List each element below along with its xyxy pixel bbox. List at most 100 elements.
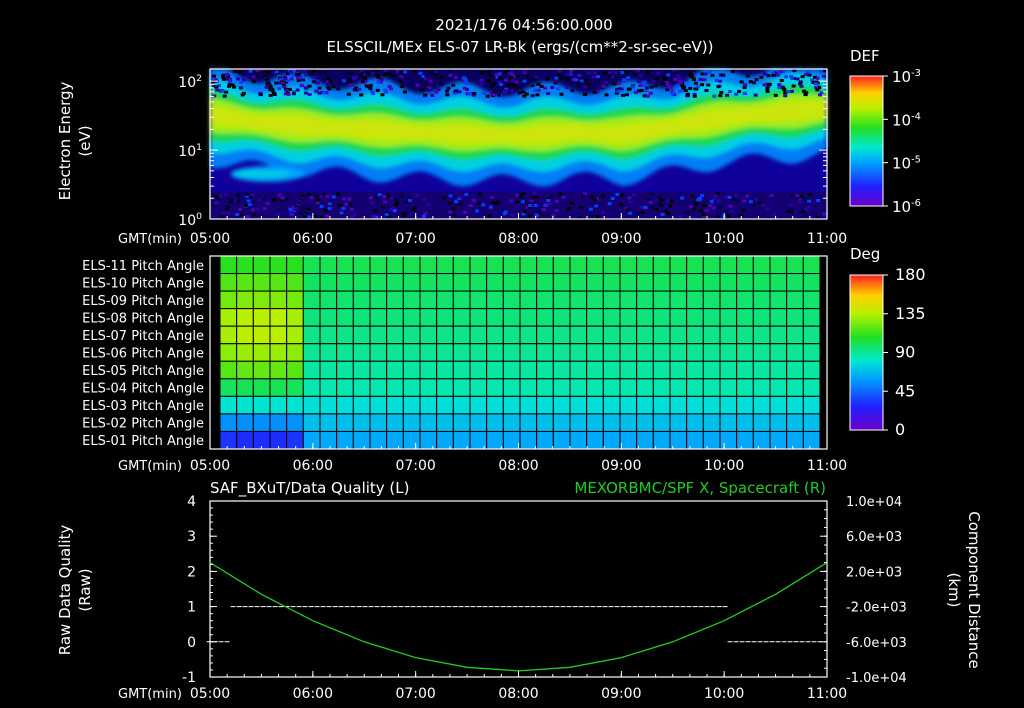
pitch-angle-cell — [702, 430, 721, 450]
pitch-angle-cell — [336, 343, 354, 362]
spectrogram-noise-pixel — [739, 80, 744, 84]
pitch-angle-cell — [569, 308, 588, 327]
spectrogram-noise-pixel — [371, 215, 376, 219]
pitch-angle-cell — [469, 308, 488, 327]
spectrogram-noise-pixel — [644, 89, 649, 93]
pitch-angle-cell — [702, 325, 721, 345]
pitch-angle-cell — [769, 308, 788, 327]
spectrogram-noise-pixel — [595, 75, 600, 79]
spectrogram-noise-pixel — [545, 77, 550, 81]
pitch-angle-cell — [602, 413, 621, 432]
pitch-angle-cell — [452, 343, 471, 362]
spectrogram-noise-pixel — [537, 72, 542, 76]
spectrogram-noise-pixel — [554, 76, 559, 80]
pitch-angle-cell — [236, 325, 254, 345]
pitch-angle-cell — [386, 430, 404, 450]
pitch-angle-cell — [652, 255, 671, 275]
pitch-angle-cell — [686, 395, 704, 415]
spectrogram-noise-pixel — [638, 74, 643, 78]
pitch-angle-cell — [286, 325, 304, 345]
quality-position-panel: SAF_BXuT/Data Quality (L) MEXORBMC/SPF X… — [56, 479, 983, 686]
spectrogram-noise-pixel — [631, 85, 636, 89]
spectrogram-noise-pixel — [392, 209, 397, 213]
pitch-angle-cell — [302, 325, 321, 345]
spectrogram-noise-pixel — [804, 91, 809, 95]
spectrogram-noise-pixel — [601, 194, 606, 198]
spectrogram-noise-pixel — [452, 213, 457, 217]
spectrogram-noise-pixel — [712, 94, 717, 98]
spectrogram-noise-pixel — [791, 84, 796, 88]
pitch-angle-cell — [402, 378, 421, 397]
spectrogram-noise-pixel — [261, 70, 266, 74]
pitch-angle-cell — [419, 255, 438, 275]
spectrogram-noise-pixel — [498, 82, 503, 86]
pitch-angle-cell — [402, 255, 421, 275]
pitch-angle-cell — [319, 360, 338, 380]
spectrogram-noise-pixel — [636, 80, 641, 84]
spectrogram-noise-pixel — [754, 198, 759, 202]
spectrogram-noise-pixel — [615, 192, 620, 196]
spectrogram-noise-pixel — [277, 87, 282, 91]
pitch-angle-cell — [786, 343, 804, 362]
spectrogram-noise-pixel — [790, 210, 795, 214]
spectrogram-noise-pixel — [277, 193, 282, 197]
quality-tick-label: 0 — [187, 635, 196, 651]
pitch-angle-cell — [702, 378, 721, 397]
spectrogram-noise-pixel — [239, 81, 244, 85]
spectrogram-noise-pixel — [628, 200, 633, 204]
spectrogram-noise-pixel — [745, 194, 750, 198]
spectrogram-noise-pixel — [619, 203, 624, 207]
spectrogram-noise-pixel — [384, 90, 389, 94]
spectrogram-noise-pixel — [376, 75, 381, 79]
time-tick-label: 06:00 — [293, 458, 333, 474]
pitch-angle-cell — [786, 290, 804, 310]
pitch-angle-cell — [619, 395, 638, 415]
spectrogram-noise-pixel — [657, 195, 662, 199]
time-tick-label: 10:00 — [704, 686, 744, 702]
spectrogram-noise-pixel — [557, 69, 562, 73]
spectrogram-noise-pixel — [226, 211, 231, 215]
spectrogram-noise-pixel — [454, 200, 459, 204]
pitch-angle-cell — [586, 395, 604, 415]
spectrogram-noise-pixel — [458, 203, 463, 207]
time-axis-3: GMT(min) 05:00 06:00 07:00 08:00 09:00 10:00 11… — [118, 671, 847, 702]
spectrogram-noise-pixel — [713, 194, 718, 198]
pitch-angle-cell — [219, 413, 238, 432]
pitch-angle-cell — [386, 378, 404, 397]
spectrogram-noise-pixel — [584, 78, 589, 82]
pitch-angle-cell — [786, 273, 804, 292]
pitch-angle-cell — [736, 273, 754, 292]
spectrogram-noise-pixel — [790, 76, 795, 80]
pitch-angle-cell — [452, 290, 471, 310]
pitch-angle-cell — [802, 343, 821, 362]
spectrogram-noise-pixel — [522, 192, 527, 196]
pitch-angle-cell — [319, 430, 338, 450]
spectrogram-noise-pixel — [726, 214, 731, 218]
spectrogram-noise-pixel — [517, 91, 522, 95]
spacecraft-x-line — [209, 562, 828, 672]
pitch-angle-cell — [402, 360, 421, 380]
pitch-angle-cell — [552, 325, 571, 345]
pitch-angle-cell — [769, 395, 788, 415]
spectrogram-noise-pixel — [241, 91, 246, 95]
spectrogram-noise-pixel — [491, 93, 496, 97]
pitch-angle-cell — [669, 255, 688, 275]
spectrogram-noise-pixel — [479, 82, 484, 86]
pitch-angle-cell — [752, 360, 771, 380]
pitch-angle-cell — [569, 378, 588, 397]
pitch-angle-cell — [352, 290, 371, 310]
spectrogram-noise-pixel — [214, 85, 219, 89]
spectrogram-noise-pixel — [728, 204, 733, 208]
spectrogram-noise-pixel — [533, 203, 538, 207]
pitch-angle-cell — [752, 273, 771, 292]
spectrogram-noise-pixel — [581, 194, 586, 198]
pitch-angle-cell — [319, 343, 338, 362]
pitch-angle-cell — [236, 378, 254, 397]
spectrogram-noise-pixel — [487, 213, 492, 217]
spectrogram-noise-pixel — [363, 77, 368, 81]
spectrogram-noise-pixel — [265, 201, 270, 205]
pitch-angle-cell — [669, 343, 688, 362]
deg-colorbar-label: 135 — [895, 304, 926, 323]
spectrogram-noise-pixel — [286, 92, 291, 96]
pitch-angle-cell — [569, 290, 588, 310]
